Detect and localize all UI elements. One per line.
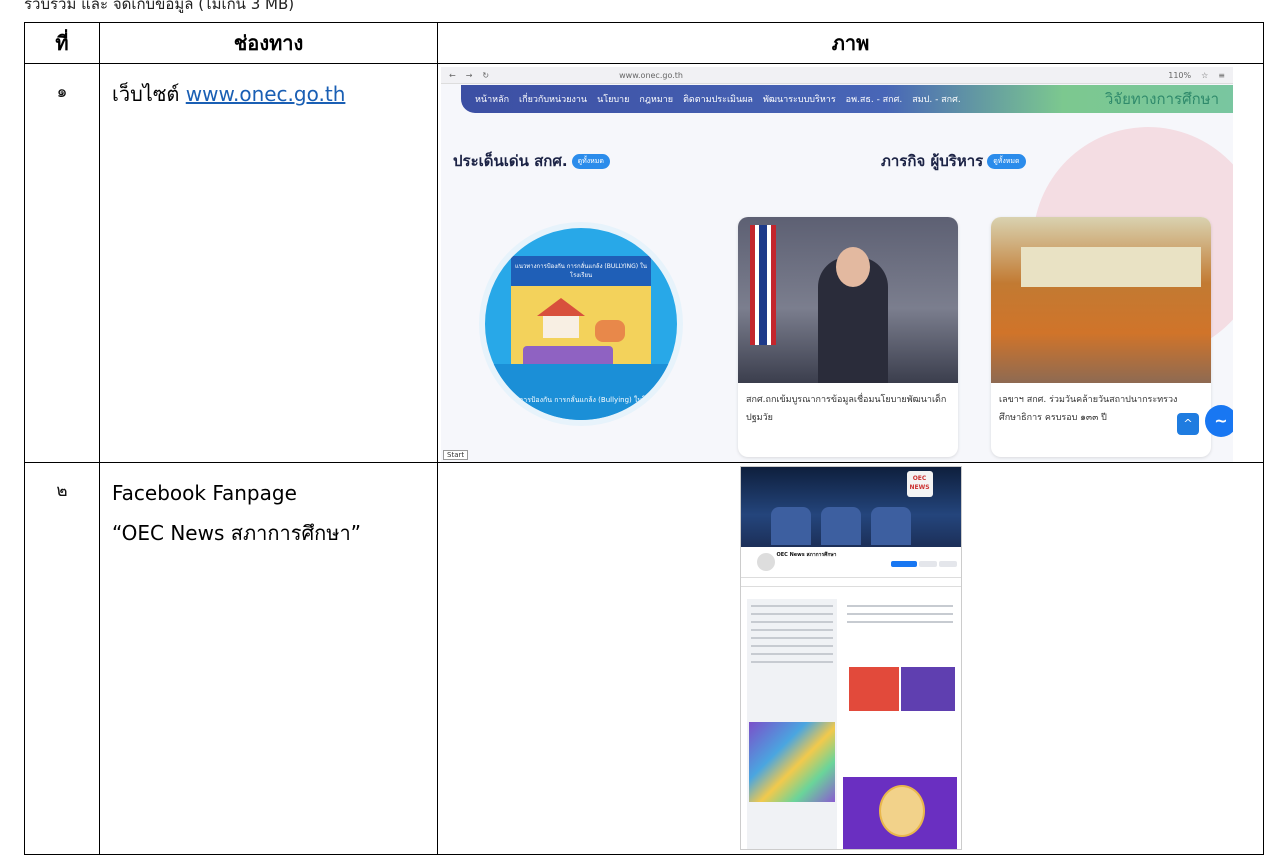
event-banner xyxy=(1021,247,1201,287)
news-card: สกศ.ถกเข้มบูรณาการข้อมูลเชื่อมนโยบายพัฒน… xyxy=(738,217,958,457)
header-channel: ช่องทาง xyxy=(99,22,438,64)
text-line xyxy=(846,613,953,615)
channel-cell: เว็บไซต์ www.onec.go.th xyxy=(99,63,438,463)
featured-post-thumb xyxy=(848,667,899,711)
message-button xyxy=(918,561,937,567)
browser-url: www.onec.go.th xyxy=(619,70,683,80)
text-line xyxy=(750,653,833,655)
oec-news-logo: OEC NEWS xyxy=(906,471,933,497)
auditorium-seat xyxy=(770,507,811,545)
facebook-screenshot: OEC NEWS OEC News สภาการศึกษา xyxy=(739,466,962,850)
cover-photo: OEC NEWS xyxy=(740,467,961,547)
channel-cell: Facebook Fanpage “OEC News สภาการศึกษา” xyxy=(99,462,438,855)
site-nav: หน้าหลัก เกี่ยวกับหน่วยงาน นโยบาย กฎหมาย… xyxy=(461,85,1233,113)
start-label: Start xyxy=(443,450,469,460)
page-tabs xyxy=(740,578,961,587)
avatar xyxy=(754,551,777,573)
nav-research-banner: วิจัยทางการศึกษา xyxy=(1104,90,1219,108)
table-row: ๑ เว็บไซต์ www.onec.go.th ← → ↻ www.onec… xyxy=(24,63,1264,463)
text-line xyxy=(750,637,833,639)
row-number: ๒ xyxy=(24,462,100,855)
top-caption: รวบรวม และ จัดเก็บข้อมูล (ไม่เกิน 3 MB) xyxy=(24,0,295,13)
text-line xyxy=(750,605,833,607)
auditorium-seat xyxy=(870,507,911,545)
portrait-frame xyxy=(878,785,925,837)
header-no: ที่ xyxy=(24,22,100,64)
profile-header: OEC News สภาการศึกษา xyxy=(740,547,961,578)
circle-caption: แนวทางการป้องกัน การกลั่นแกล้ง (Bullying… xyxy=(493,396,669,404)
page-name: OEC News สภาการศึกษา xyxy=(776,552,837,558)
nav-item: ติดตามประเมินผล xyxy=(683,95,753,105)
card-photo xyxy=(991,217,1211,383)
channel-table: ที่ ช่องทาง ภาพ ๑ เว็บไซต์ www.onec.go.t… xyxy=(24,22,1264,855)
featured-post-thumb xyxy=(900,667,955,711)
nav-item: สมป. - สกศ. xyxy=(912,95,961,105)
zoom-level: 110% xyxy=(1168,70,1192,80)
photo-grid xyxy=(748,722,835,802)
table-header-row: ที่ ช่องทาง ภาพ xyxy=(24,22,1264,64)
text-line xyxy=(846,605,953,607)
more-button: ดูทั้งหมด xyxy=(571,154,610,169)
browser-bar: ← → ↻ www.onec.go.th 110% ☆ ≡ xyxy=(441,67,1233,84)
scroll-up-icon: ^ xyxy=(1177,413,1199,435)
more-button: ดูทั้งหมด xyxy=(987,154,1026,169)
section-highlights-title: ประเด็นเด่น สกศ. xyxy=(453,152,568,170)
website-screenshot: ← → ↻ www.onec.go.th 110% ☆ ≡ หน้าหลัก เ… xyxy=(441,67,1233,462)
thai-flag xyxy=(750,225,776,345)
menu-icon: ≡ xyxy=(1218,70,1225,80)
post-image xyxy=(842,777,957,849)
text-line xyxy=(750,645,833,647)
follow-button xyxy=(890,561,917,567)
text-line xyxy=(750,661,833,663)
website-link[interactable]: www.onec.go.th xyxy=(186,82,346,106)
caption-band xyxy=(485,364,677,420)
table-row: ๒ Facebook Fanpage “OEC News สภาการศึกษา… xyxy=(24,462,1264,855)
text-line xyxy=(750,621,833,623)
nav-item: นโยบาย xyxy=(597,95,630,105)
forward-icon: → xyxy=(465,70,473,80)
channel-label: “OEC News สภาการศึกษา” xyxy=(112,521,362,545)
card-caption: สกศ.ถกเข้มบูรณาการข้อมูลเชื่อมนโยบายพัฒน… xyxy=(746,395,947,423)
text-line xyxy=(846,621,953,623)
nav-item: พัฒนาระบบบริหาร xyxy=(762,95,836,105)
speaker-face xyxy=(836,247,870,287)
star-icon: ☆ xyxy=(1201,70,1209,80)
channel-label: เว็บไซต์ xyxy=(112,82,186,106)
section-highlights: ประเด็นเด่น สกศ. ดูทั้งหมด xyxy=(453,149,610,173)
section-executives-title: ภารกิจ ผู้บริหาร xyxy=(881,152,984,170)
infographic-circle: แนวทางการป้องกัน การกลั่นแกล้ง (BULLYING… xyxy=(479,222,683,426)
nav-item: อพ.สธ. - สกศ. xyxy=(845,95,903,105)
infographic-title: แนวทางการป้องกัน การกลั่นแกล้ง (BULLYING… xyxy=(511,256,651,286)
text-line xyxy=(750,613,833,615)
school-building xyxy=(543,316,579,338)
card-photo xyxy=(738,217,958,383)
image-cell: OEC NEWS OEC News สภาการศึกษา xyxy=(437,462,1264,855)
section-executives: ภารกิจ ผู้บริหาร ดูทั้งหมด xyxy=(881,149,1026,173)
school-roof xyxy=(537,298,585,316)
feed-panel xyxy=(842,599,957,849)
reload-icon: ↻ xyxy=(482,70,490,80)
search-button xyxy=(938,561,957,567)
back-icon: ← xyxy=(449,70,456,80)
auditorium-seat xyxy=(820,507,861,545)
nav-item: เกี่ยวกับหน่วยงาน xyxy=(519,95,588,105)
channel-label: Facebook Fanpage xyxy=(112,481,297,505)
illustration-kids xyxy=(595,320,625,342)
image-cell: ← → ↻ www.onec.go.th 110% ☆ ≡ หน้าหลัก เ… xyxy=(437,63,1264,463)
messenger-icon: ~ xyxy=(1205,405,1233,437)
nav-item: หน้าหลัก xyxy=(475,95,510,105)
row-number: ๑ xyxy=(24,63,100,463)
header-image: ภาพ xyxy=(437,22,1264,64)
nav-item: กฎหมาย xyxy=(639,95,674,105)
text-line xyxy=(750,629,833,631)
